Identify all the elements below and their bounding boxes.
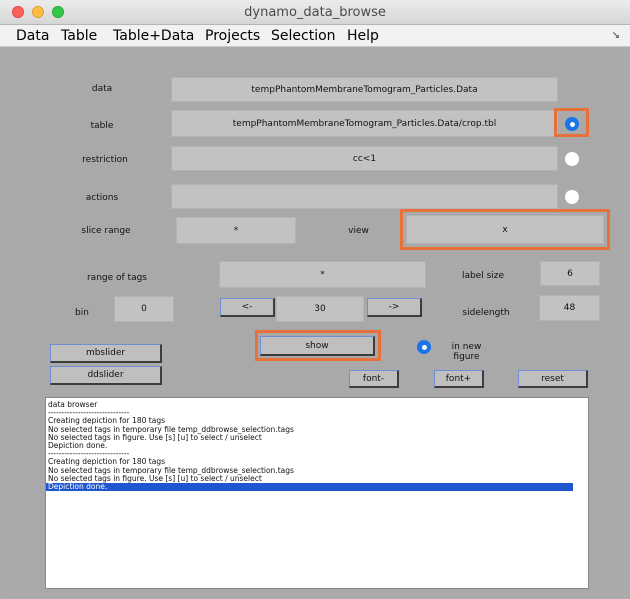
range-of-tags-field[interactable]: * (219, 261, 426, 288)
slice-range-label: slice range (81, 226, 131, 236)
log-line: No selected tags in figure. Use [s] [u] … (48, 432, 262, 442)
sidelength-field[interactable]: 48 (539, 295, 600, 321)
menu-help[interactable]: Help (347, 28, 379, 44)
in-new-figure-label: in new figure (451, 342, 482, 362)
actions-field[interactable] (171, 184, 558, 209)
title-bar: dynamo_data_browse (0, 0, 630, 25)
font-minus-button[interactable]: font- (349, 370, 399, 388)
menu-bar: Data Table Table+Data Projects Selection… (0, 25, 630, 47)
show-button[interactable]: show (260, 336, 375, 356)
slice-range-field[interactable]: * (176, 217, 296, 244)
restriction-radio[interactable] (565, 152, 579, 166)
log-line: No selected tags in figure. Use [s] [u] … (48, 473, 262, 483)
label-size-label: label size (461, 271, 505, 281)
menu-table[interactable]: Table (61, 28, 97, 44)
menu-selection[interactable]: Selection (271, 28, 336, 44)
table-field[interactable]: tempPhantomMembraneTomogram_Particles.Da… (171, 110, 558, 137)
step-field[interactable]: 30 (276, 296, 364, 322)
app-window: dynamo_data_browse Data Table Table+Data… (0, 0, 630, 599)
font-plus-button[interactable]: font+ (434, 370, 484, 388)
bin-label: bin (75, 308, 89, 318)
restriction-label: restriction (82, 155, 128, 165)
main-panel: data tempPhantomMembraneTomogram_Particl… (6, 48, 624, 593)
data-field[interactable]: tempPhantomMembraneTomogram_Particles.Da… (171, 77, 558, 102)
prev-button[interactable]: <- (220, 298, 275, 317)
menu-data[interactable]: Data (16, 28, 49, 44)
range-of-tags-label: range of tags (86, 273, 147, 283)
next-button[interactable]: -> (367, 298, 422, 317)
table-radio-selected[interactable] (565, 117, 579, 131)
view-field[interactable]: x (406, 215, 604, 244)
mbslider-button[interactable]: mbslider (50, 344, 162, 363)
window-title: dynamo_data_browse (244, 5, 386, 20)
log-console[interactable]: data browser ---------------------------… (45, 397, 589, 589)
log-line-selected: Depiction done. (46, 482, 573, 492)
data-label: data (91, 84, 113, 94)
menu-projects[interactable]: Projects (205, 28, 260, 44)
sidelength-label: sidelength (462, 308, 510, 318)
label-size-field[interactable]: 6 (540, 261, 600, 286)
actions-label: actions (85, 193, 119, 203)
menu-dock-arrow-icon[interactable]: ↘ (612, 30, 620, 41)
table-label: table (90, 121, 114, 131)
bin-field[interactable]: 0 (114, 296, 174, 322)
menu-table-data[interactable]: Table+Data (113, 28, 194, 44)
reset-button[interactable]: reset (518, 370, 588, 388)
view-label: view (348, 226, 369, 236)
ddslider-button[interactable]: ddslider (50, 366, 162, 385)
in-new-figure-radio[interactable] (417, 340, 431, 354)
restriction-field[interactable]: cc<1 (171, 146, 558, 171)
actions-radio[interactable] (565, 190, 579, 204)
